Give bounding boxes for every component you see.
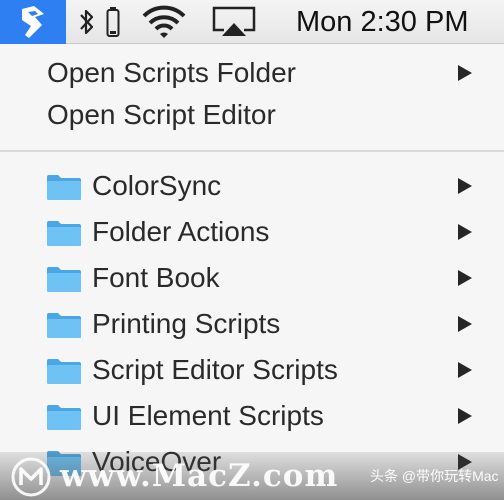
folder-icon <box>47 405 81 430</box>
watermark-credit: 头条 @带你玩转Mac <box>370 468 499 484</box>
submenu-arrow-icon <box>458 65 472 81</box>
folder-icon <box>47 313 81 338</box>
folder-icon <box>47 267 81 292</box>
applescript-icon <box>22 6 44 38</box>
menu-item-label: Open Script Editor <box>47 99 276 130</box>
menu-separator <box>0 150 504 152</box>
submenu-arrow-icon <box>458 362 472 378</box>
menu-item-label: UI Element Scripts <box>92 400 324 431</box>
folder-icon <box>47 359 81 384</box>
menu-item-label: Script Editor Scripts <box>92 354 338 385</box>
wifi-icon[interactable] <box>141 5 187 39</box>
airplay-icon[interactable] <box>212 6 256 38</box>
folder-icon <box>47 221 81 246</box>
menu-item-open-script-editor[interactable]: Open Script Editor <box>0 93 504 137</box>
submenu-arrow-icon <box>458 224 472 240</box>
script-menu-dropdown: Open Scripts Folder Open Script Editor C… <box>0 44 504 500</box>
menu-bar-clock[interactable]: Mon 2:30 PM <box>296 3 468 41</box>
script-menu-extra[interactable] <box>0 0 66 44</box>
menu-item-label: Open Scripts Folder <box>47 57 296 88</box>
watermark-overlay: www.MacZ.com 头条 @带你玩转Mac <box>0 452 504 500</box>
menu-item-colorsync[interactable]: ColorSync <box>0 164 504 208</box>
menu-item-label: Font Book <box>92 262 220 293</box>
submenu-arrow-icon <box>458 178 472 194</box>
menu-item-open-scripts-folder[interactable]: Open Scripts Folder <box>0 51 504 95</box>
submenu-arrow-icon <box>458 270 472 286</box>
menu-item-folder-actions[interactable]: Folder Actions <box>0 210 504 254</box>
menu-bar: Mon 2:30 PM <box>0 0 504 44</box>
submenu-arrow-icon <box>458 408 472 424</box>
menu-item-label: Printing Scripts <box>92 308 281 339</box>
menu-item-label: ColorSync <box>92 170 222 201</box>
battery-icon[interactable] <box>106 6 120 38</box>
menu-item-script-editor-scripts[interactable]: Script Editor Scripts <box>0 348 504 392</box>
submenu-arrow-icon <box>458 316 472 332</box>
folder-icon <box>47 175 81 200</box>
screenshot-root: Mon 2:30 PM Open Scripts Folder Open Scr… <box>0 0 504 500</box>
watermark-brand: www.MacZ.com <box>60 458 339 494</box>
menu-item-font-book[interactable]: Font Book <box>0 256 504 300</box>
bluetooth-icon[interactable] <box>78 8 96 36</box>
menu-item-printing-scripts[interactable]: Printing Scripts <box>0 302 504 346</box>
menu-item-ui-element-scripts[interactable]: UI Element Scripts <box>0 394 504 438</box>
menu-item-label: Folder Actions <box>92 216 270 247</box>
macz-logo-icon <box>11 457 51 497</box>
